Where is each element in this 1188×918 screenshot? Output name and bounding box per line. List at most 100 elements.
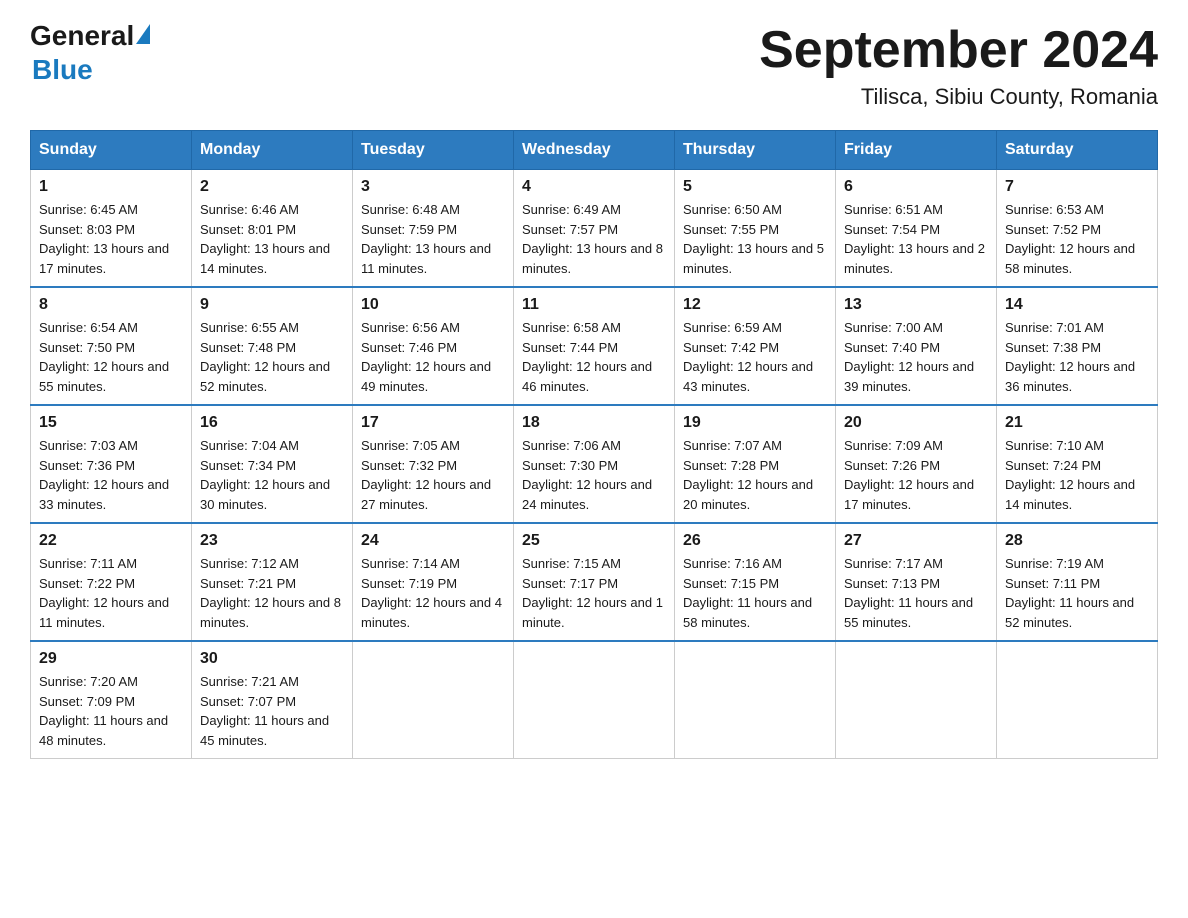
day-cell: 21 Sunrise: 7:10 AMSunset: 7:24 PMDaylig… (997, 405, 1158, 523)
day-cell: 17 Sunrise: 7:05 AMSunset: 7:32 PMDaylig… (353, 405, 514, 523)
calendar-table: Sunday Monday Tuesday Wednesday Thursday… (30, 130, 1158, 759)
logo-area: General Blue (30, 20, 150, 86)
day-cell (675, 641, 836, 759)
day-info: Sunrise: 7:12 AMSunset: 7:21 PMDaylight:… (200, 554, 344, 632)
day-number: 15 (39, 414, 183, 432)
day-number: 19 (683, 414, 827, 432)
day-number: 23 (200, 532, 344, 550)
day-number: 26 (683, 532, 827, 550)
day-info: Sunrise: 6:50 AMSunset: 7:55 PMDaylight:… (683, 200, 827, 278)
day-cell (353, 641, 514, 759)
day-number: 25 (522, 532, 666, 550)
title-area: September 2024 Tilisca, Sibiu County, Ro… (759, 20, 1158, 110)
day-number: 4 (522, 178, 666, 196)
day-cell: 20 Sunrise: 7:09 AMSunset: 7:26 PMDaylig… (836, 405, 997, 523)
day-number: 9 (200, 296, 344, 314)
day-number: 2 (200, 178, 344, 196)
day-info: Sunrise: 7:19 AMSunset: 7:11 PMDaylight:… (1005, 554, 1149, 632)
day-info: Sunrise: 6:51 AMSunset: 7:54 PMDaylight:… (844, 200, 988, 278)
day-cell: 4 Sunrise: 6:49 AMSunset: 7:57 PMDayligh… (514, 170, 675, 288)
day-info: Sunrise: 7:10 AMSunset: 7:24 PMDaylight:… (1005, 436, 1149, 514)
week-row-5: 29 Sunrise: 7:20 AMSunset: 7:09 PMDaylig… (31, 641, 1158, 759)
logo: General (30, 20, 150, 52)
header-sunday: Sunday (31, 131, 192, 170)
day-number: 5 (683, 178, 827, 196)
day-info: Sunrise: 7:06 AMSunset: 7:30 PMDaylight:… (522, 436, 666, 514)
day-cell: 11 Sunrise: 6:58 AMSunset: 7:44 PMDaylig… (514, 287, 675, 405)
day-info: Sunrise: 7:14 AMSunset: 7:19 PMDaylight:… (361, 554, 505, 632)
day-cell: 15 Sunrise: 7:03 AMSunset: 7:36 PMDaylig… (31, 405, 192, 523)
day-number: 14 (1005, 296, 1149, 314)
day-cell: 5 Sunrise: 6:50 AMSunset: 7:55 PMDayligh… (675, 170, 836, 288)
month-title: September 2024 (759, 20, 1158, 80)
week-row-1: 1 Sunrise: 6:45 AMSunset: 8:03 PMDayligh… (31, 170, 1158, 288)
day-number: 24 (361, 532, 505, 550)
day-cell: 25 Sunrise: 7:15 AMSunset: 7:17 PMDaylig… (514, 523, 675, 641)
day-info: Sunrise: 6:49 AMSunset: 7:57 PMDaylight:… (522, 200, 666, 278)
day-cell: 13 Sunrise: 7:00 AMSunset: 7:40 PMDaylig… (836, 287, 997, 405)
header-friday: Friday (836, 131, 997, 170)
day-cell: 12 Sunrise: 6:59 AMSunset: 7:42 PMDaylig… (675, 287, 836, 405)
day-cell: 9 Sunrise: 6:55 AMSunset: 7:48 PMDayligh… (192, 287, 353, 405)
day-cell: 8 Sunrise: 6:54 AMSunset: 7:50 PMDayligh… (31, 287, 192, 405)
day-number: 17 (361, 414, 505, 432)
day-cell: 28 Sunrise: 7:19 AMSunset: 7:11 PMDaylig… (997, 523, 1158, 641)
day-cell: 30 Sunrise: 7:21 AMSunset: 7:07 PMDaylig… (192, 641, 353, 759)
header-tuesday: Tuesday (353, 131, 514, 170)
day-number: 20 (844, 414, 988, 432)
day-number: 29 (39, 650, 183, 668)
day-info: Sunrise: 6:53 AMSunset: 7:52 PMDaylight:… (1005, 200, 1149, 278)
day-cell: 6 Sunrise: 6:51 AMSunset: 7:54 PMDayligh… (836, 170, 997, 288)
day-info: Sunrise: 6:55 AMSunset: 7:48 PMDaylight:… (200, 318, 344, 396)
header-wednesday: Wednesday (514, 131, 675, 170)
day-info: Sunrise: 7:16 AMSunset: 7:15 PMDaylight:… (683, 554, 827, 632)
day-cell: 23 Sunrise: 7:12 AMSunset: 7:21 PMDaylig… (192, 523, 353, 641)
day-cell: 10 Sunrise: 6:56 AMSunset: 7:46 PMDaylig… (353, 287, 514, 405)
day-number: 7 (1005, 178, 1149, 196)
day-number: 30 (200, 650, 344, 668)
day-number: 11 (522, 296, 666, 314)
day-info: Sunrise: 6:45 AMSunset: 8:03 PMDaylight:… (39, 200, 183, 278)
day-number: 28 (1005, 532, 1149, 550)
day-info: Sunrise: 6:58 AMSunset: 7:44 PMDaylight:… (522, 318, 666, 396)
day-info: Sunrise: 6:56 AMSunset: 7:46 PMDaylight:… (361, 318, 505, 396)
day-info: Sunrise: 6:46 AMSunset: 8:01 PMDaylight:… (200, 200, 344, 278)
day-info: Sunrise: 6:59 AMSunset: 7:42 PMDaylight:… (683, 318, 827, 396)
day-cell: 27 Sunrise: 7:17 AMSunset: 7:13 PMDaylig… (836, 523, 997, 641)
day-cell (836, 641, 997, 759)
header-monday: Monday (192, 131, 353, 170)
week-row-3: 15 Sunrise: 7:03 AMSunset: 7:36 PMDaylig… (31, 405, 1158, 523)
day-number: 16 (200, 414, 344, 432)
day-info: Sunrise: 7:15 AMSunset: 7:17 PMDaylight:… (522, 554, 666, 632)
day-cell: 24 Sunrise: 7:14 AMSunset: 7:19 PMDaylig… (353, 523, 514, 641)
location-title: Tilisca, Sibiu County, Romania (759, 84, 1158, 110)
day-number: 3 (361, 178, 505, 196)
day-info: Sunrise: 7:05 AMSunset: 7:32 PMDaylight:… (361, 436, 505, 514)
day-cell: 22 Sunrise: 7:11 AMSunset: 7:22 PMDaylig… (31, 523, 192, 641)
day-cell: 29 Sunrise: 7:20 AMSunset: 7:09 PMDaylig… (31, 641, 192, 759)
day-number: 13 (844, 296, 988, 314)
day-cell: 1 Sunrise: 6:45 AMSunset: 8:03 PMDayligh… (31, 170, 192, 288)
day-cell: 19 Sunrise: 7:07 AMSunset: 7:28 PMDaylig… (675, 405, 836, 523)
day-info: Sunrise: 7:03 AMSunset: 7:36 PMDaylight:… (39, 436, 183, 514)
logo-general-text: General (30, 20, 134, 52)
week-row-4: 22 Sunrise: 7:11 AMSunset: 7:22 PMDaylig… (31, 523, 1158, 641)
day-info: Sunrise: 6:54 AMSunset: 7:50 PMDaylight:… (39, 318, 183, 396)
day-cell: 2 Sunrise: 6:46 AMSunset: 8:01 PMDayligh… (192, 170, 353, 288)
day-info: Sunrise: 7:21 AMSunset: 7:07 PMDaylight:… (200, 672, 344, 750)
day-number: 21 (1005, 414, 1149, 432)
header-thursday: Thursday (675, 131, 836, 170)
logo-blue-text: Blue (32, 54, 93, 85)
day-cell (514, 641, 675, 759)
day-cell: 18 Sunrise: 7:06 AMSunset: 7:30 PMDaylig… (514, 405, 675, 523)
day-number: 22 (39, 532, 183, 550)
day-number: 10 (361, 296, 505, 314)
day-info: Sunrise: 7:09 AMSunset: 7:26 PMDaylight:… (844, 436, 988, 514)
day-info: Sunrise: 7:17 AMSunset: 7:13 PMDaylight:… (844, 554, 988, 632)
logo-triangle-icon (136, 24, 150, 44)
day-info: Sunrise: 7:01 AMSunset: 7:38 PMDaylight:… (1005, 318, 1149, 396)
day-cell: 14 Sunrise: 7:01 AMSunset: 7:38 PMDaylig… (997, 287, 1158, 405)
day-info: Sunrise: 6:48 AMSunset: 7:59 PMDaylight:… (361, 200, 505, 278)
day-number: 6 (844, 178, 988, 196)
day-number: 12 (683, 296, 827, 314)
